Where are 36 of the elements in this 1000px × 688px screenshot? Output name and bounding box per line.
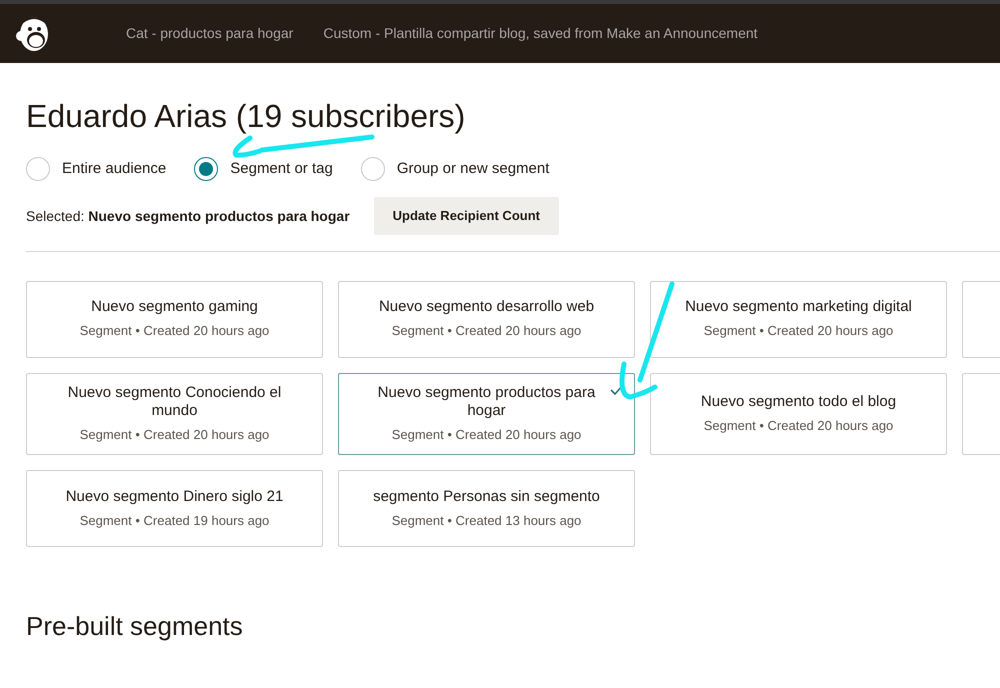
segment-meta: Segment • Created 19 hours ago	[80, 512, 270, 530]
segment-title: Nuevo segmento Conociendo el mundo	[66, 384, 282, 420]
segment-title: Nuevo segmento todo el blog	[700, 392, 896, 411]
segment-meta: Segment • Created 20 hours ago	[80, 322, 270, 340]
section-heading: Pre-built segments	[26, 611, 244, 643]
audience-title: Eduardo Arias (19 subscribers)	[26, 97, 466, 136]
segment-title: Nuevo segmento gaming	[91, 298, 258, 316]
segment-title: Nuevo segmento productos para hogar	[376, 384, 596, 420]
segment-meta: Segment • Created 20 hours ago	[392, 322, 582, 340]
segment-meta: Segment • Created 13 hours ago	[392, 512, 582, 530]
segment-card[interactable]: Nuevo segmento gaming Segment • Created 20 hours ago	[26, 280, 323, 358]
selected-summary: Selected: Nuevo segmento productos para hogar	[26, 206, 350, 226]
segment-card[interactable]: Nuevo segmento todo el blog Segment • Created 20 hours ago	[650, 372, 947, 456]
segment-card[interactable]: Nuevo segmento productos para hogar Segment • Created 20 hours ago	[338, 372, 635, 456]
segment-card[interactable]: Nuevo segmento desarrollo web Segment • Created 20 hours ago	[338, 280, 635, 358]
segment-title: Nuevo segmento desarrollo web	[378, 298, 594, 316]
radio-button[interactable]	[26, 157, 50, 182]
breadcrumb-link[interactable]: Custom - Plantilla compartir blog, saved from Make an Announcement	[323, 23, 758, 44]
segment-title: segmento Personas sin segmento	[373, 488, 600, 506]
segment-title: Nuevo segmento marketing digital	[685, 298, 912, 316]
segment-title: Nuevo segmento Dinero siglo 21	[66, 488, 284, 506]
update-count-button[interactable]: Update Recipient Count	[374, 197, 559, 235]
segment-meta: Segment • Created 20 hours ago	[80, 426, 270, 444]
option-label: Group or new segment	[396, 159, 550, 180]
segment-meta: Segment • Created 20 hours ago	[704, 416, 894, 435]
segment-card[interactable]: Nuevo segmento Conociendo el mundo Segment • Created 20 hours ago	[26, 372, 323, 456]
segment-card[interactable]: segmento Personas sin segmento Segment • Created 13 hours ago	[338, 470, 635, 548]
option-label: Entire audience	[62, 159, 166, 180]
segment-card[interactable]: Nuevo segmento marketing digital Segment • Created 20 hours ago	[650, 280, 947, 358]
segment-card[interactable]: Nuevo segmento Dinero siglo 21 Segment • Created 19 hours ago	[26, 470, 323, 548]
radio-button[interactable]	[194, 157, 218, 182]
segment-meta: Segment • Created 20 hours ago	[704, 322, 894, 340]
radio-button[interactable]	[360, 157, 385, 182]
breadcrumb-link[interactable]: Cat - productos para hogar	[126, 23, 294, 44]
option-label: Segment or tag	[230, 159, 333, 180]
segment-meta: Segment • Created 20 hours ago	[392, 426, 582, 444]
